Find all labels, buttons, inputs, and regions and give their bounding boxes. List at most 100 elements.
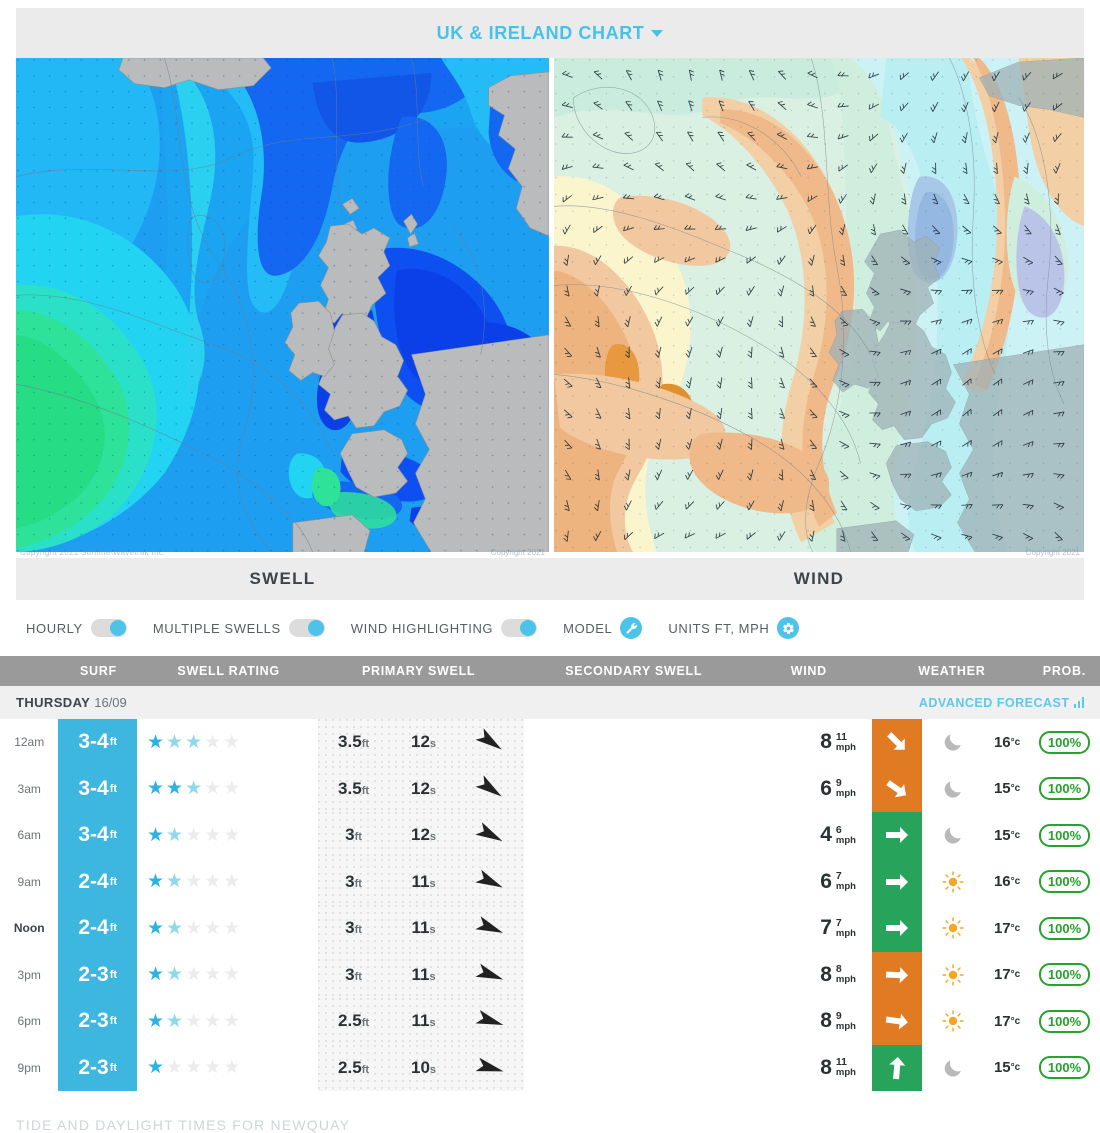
star-5: ★: [223, 1012, 240, 1031]
row-wind: 8 8 mph: [753, 952, 872, 999]
toggle-hourly-label: HOURLY: [26, 621, 83, 636]
surf-unit: ft: [110, 1015, 117, 1027]
wind-gust-unit-group: 7 mph: [836, 871, 856, 892]
star-4: ★: [204, 965, 221, 984]
wind-speed: 7: [820, 916, 832, 940]
star-4: ★: [204, 1012, 221, 1031]
wind-speed: 8: [820, 963, 832, 987]
toggle-hourly-switch[interactable]: [91, 619, 127, 637]
row-probability: 100%: [1029, 998, 1100, 1045]
primary-swell-period: 10s: [390, 1058, 458, 1078]
table-row[interactable]: 9pm 2-3ft ★★★★★ 2.5ft 10s 8 11 mph 15°c …: [0, 1045, 1100, 1092]
primary-swell-direction-arrow: [458, 732, 524, 752]
primary-swell-direction-arrow: [458, 872, 524, 892]
row-swell-rating: ★★★★★: [137, 812, 318, 859]
wind-chart-map[interactable]: Copyright 2021: [554, 58, 1084, 558]
row-primary-swell: 3ft 12s: [318, 812, 524, 859]
star-1: ★: [147, 1058, 164, 1077]
row-wind: 8 9 mph: [753, 998, 872, 1045]
star-4: ★: [204, 872, 221, 891]
primary-swell-height-unit: ft: [362, 1064, 369, 1076]
table-row[interactable]: Noon 2-4ft ★★★★★ 3ft 11s 7 7 mph 17°c 10…: [0, 905, 1100, 952]
star-5: ★: [223, 965, 240, 984]
toggle-units-label: UNITS FT, MPH: [668, 621, 769, 636]
wind-unit: mph: [836, 743, 856, 753]
row-temperature: 16°c: [985, 719, 1029, 766]
toggle-multiple-swells[interactable]: MULTIPLE SWELLS: [153, 619, 325, 637]
row-swell-rating: ★★★★★: [137, 766, 318, 813]
swell-map-watermark-right: Copyright 2021: [491, 548, 545, 557]
primary-swell-height: 3ft: [318, 825, 390, 845]
row-temperature: 17°c: [985, 905, 1029, 952]
row-weather-icon: [922, 998, 985, 1045]
star-1: ★: [147, 733, 164, 752]
day-date: 16/09: [94, 695, 127, 710]
wind-map-graphic: [554, 58, 1084, 552]
row-secondary-swell: [524, 719, 754, 766]
chevron-down-icon[interactable]: [651, 30, 663, 37]
swell-chart-map[interactable]: Copyright 2021 Surfline\Wavetrak Inc. Co…: [16, 58, 549, 558]
chart-header: UK & IRELAND CHART: [16, 8, 1084, 58]
toggle-units[interactable]: UNITS FT, MPH: [668, 617, 799, 639]
primary-swell-height-unit: ft: [355, 971, 362, 983]
row-wind-direction: [872, 719, 922, 766]
advanced-forecast-link[interactable]: ADVANCED FORECAST: [919, 696, 1084, 710]
primary-swell-height-unit: ft: [362, 785, 369, 797]
primary-swell-height: 2.5ft: [318, 1011, 390, 1031]
surf-unit: ft: [110, 829, 117, 841]
star-2: ★: [166, 965, 183, 984]
wind-unit: mph: [836, 882, 856, 892]
primary-swell-period: 12s: [390, 825, 458, 845]
table-row[interactable]: 9am 2-4ft ★★★★★ 3ft 11s 6 7 mph 16°c 100…: [0, 859, 1100, 906]
primary-swell-period: 12s: [390, 779, 458, 799]
wind-gust-unit-group: 11 mph: [836, 1057, 856, 1078]
row-swell-rating: ★★★★★: [137, 905, 318, 952]
wrench-icon[interactable]: [620, 617, 642, 639]
bar-chart-icon: [1074, 697, 1085, 708]
settings-toggle-bar: HOURLY MULTIPLE SWELLS WIND HIGHLIGHTING…: [0, 600, 1100, 656]
gear-icon[interactable]: [777, 617, 799, 639]
temp-unit: °c: [1011, 969, 1021, 980]
table-row[interactable]: 6pm 2-3ft ★★★★★ 2.5ft 11s 8 9 mph 17°c 1…: [0, 998, 1100, 1045]
row-wind: 6 9 mph: [753, 766, 872, 813]
table-row[interactable]: 12am 3-4ft ★★★★★ 3.5ft 12s 8 11 mph 16°c…: [0, 719, 1100, 766]
star-3: ★: [185, 1058, 202, 1077]
probability-pill: 100%: [1039, 824, 1090, 847]
row-temperature: 15°c: [985, 812, 1029, 859]
star-5: ★: [223, 1058, 240, 1077]
star-3: ★: [185, 919, 202, 938]
primary-swell-period-unit: s: [430, 831, 436, 843]
primary-swell-height: 2.5ft: [318, 1058, 390, 1078]
wind-map-watermark: Copyright 2021: [1026, 548, 1080, 557]
star-2: ★: [166, 1058, 183, 1077]
primary-swell-period: 11s: [390, 872, 458, 892]
wind-speed: 8: [820, 1056, 832, 1080]
row-weather-icon: [922, 859, 985, 906]
row-weather-icon: [922, 719, 985, 766]
table-row[interactable]: 3am 3-4ft ★★★★★ 3.5ft 12s 6 9 mph 15°c 1…: [0, 766, 1100, 813]
primary-swell-period: 12s: [390, 732, 458, 752]
toggle-wind-highlighting-switch[interactable]: [501, 619, 537, 637]
row-secondary-swell: [524, 998, 754, 1045]
row-temperature: 15°c: [985, 766, 1029, 813]
chart-selector-dropdown[interactable]: UK & IRELAND CHART: [437, 23, 664, 44]
toggle-multiple-swells-switch[interactable]: [289, 619, 325, 637]
wind-unit: mph: [836, 836, 856, 846]
forecast-rows: 12am 3-4ft ★★★★★ 3.5ft 12s 8 11 mph 16°c…: [0, 719, 1100, 1091]
switch-knob: [308, 620, 324, 636]
row-swell-rating: ★★★★★: [137, 1045, 318, 1092]
row-probability: 100%: [1029, 905, 1100, 952]
temp-unit: °c: [1011, 876, 1021, 887]
star-5: ★: [223, 872, 240, 891]
row-primary-swell: 2.5ft 11s: [318, 998, 524, 1045]
toggle-hourly[interactable]: HOURLY: [26, 619, 127, 637]
table-row[interactable]: 6am 3-4ft ★★★★★ 3ft 12s 4 6 mph 15°c 100…: [0, 812, 1100, 859]
toggle-model[interactable]: MODEL: [563, 617, 642, 639]
star-2: ★: [166, 872, 183, 891]
forecast-table: SURF SWELL RATING PRIMARY SWELL SECONDAR…: [0, 656, 1100, 1091]
surf-unit: ft: [110, 969, 117, 981]
table-row[interactable]: 3pm 2-3ft ★★★★★ 3ft 11s 8 8 mph 17°c 100…: [0, 952, 1100, 999]
row-wind-direction: [872, 859, 922, 906]
day-header-row: THURSDAY16/09 ADVANCED FORECAST: [0, 686, 1100, 719]
toggle-wind-highlighting[interactable]: WIND HIGHLIGHTING: [351, 619, 537, 637]
